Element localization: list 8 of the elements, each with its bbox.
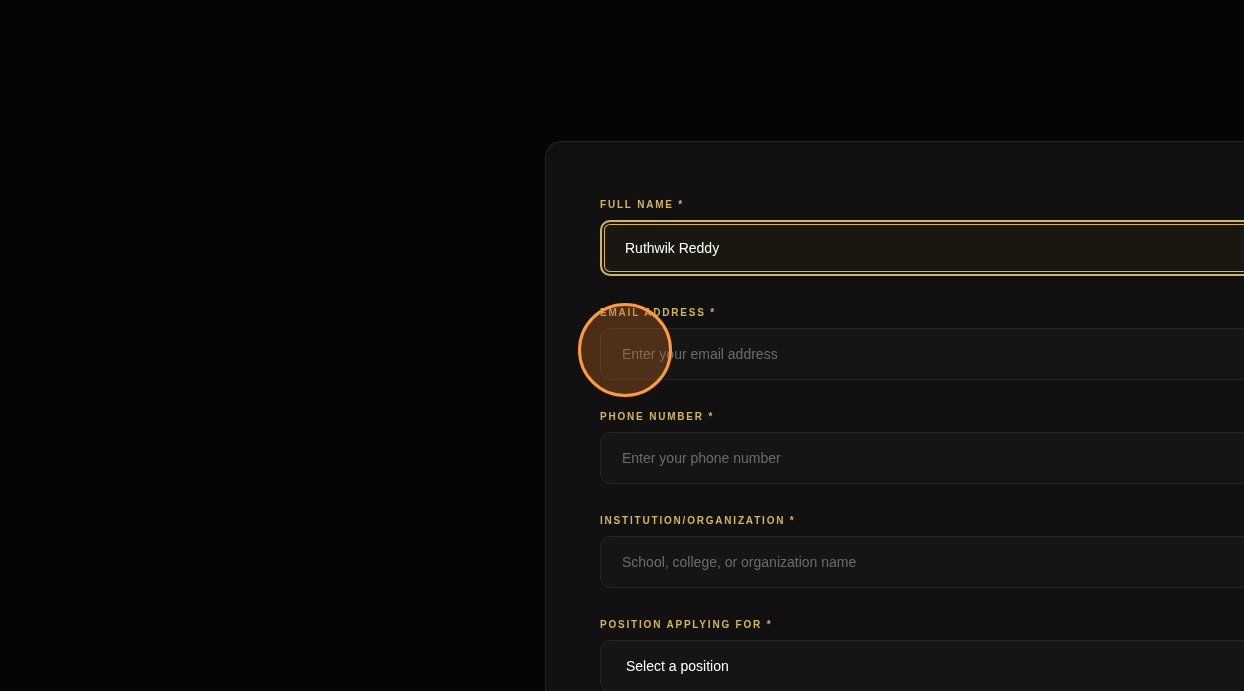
field-label: FULL NAME * <box>600 198 685 212</box>
field-label: INSTITUTION/ORGANIZATION * <box>600 514 796 528</box>
input-field[interactable]: Ruthwik Reddy <box>600 220 1244 276</box>
field-label: PHONE NUMBER * <box>600 410 715 424</box>
input-field[interactable]: Enter your phone number <box>600 432 1244 484</box>
input-field[interactable]: School, college, or organization name <box>600 536 1244 588</box>
position-select[interactable]: Select a position <box>600 640 1244 691</box>
field-label: POSITION APPLYING FOR * <box>600 618 773 632</box>
